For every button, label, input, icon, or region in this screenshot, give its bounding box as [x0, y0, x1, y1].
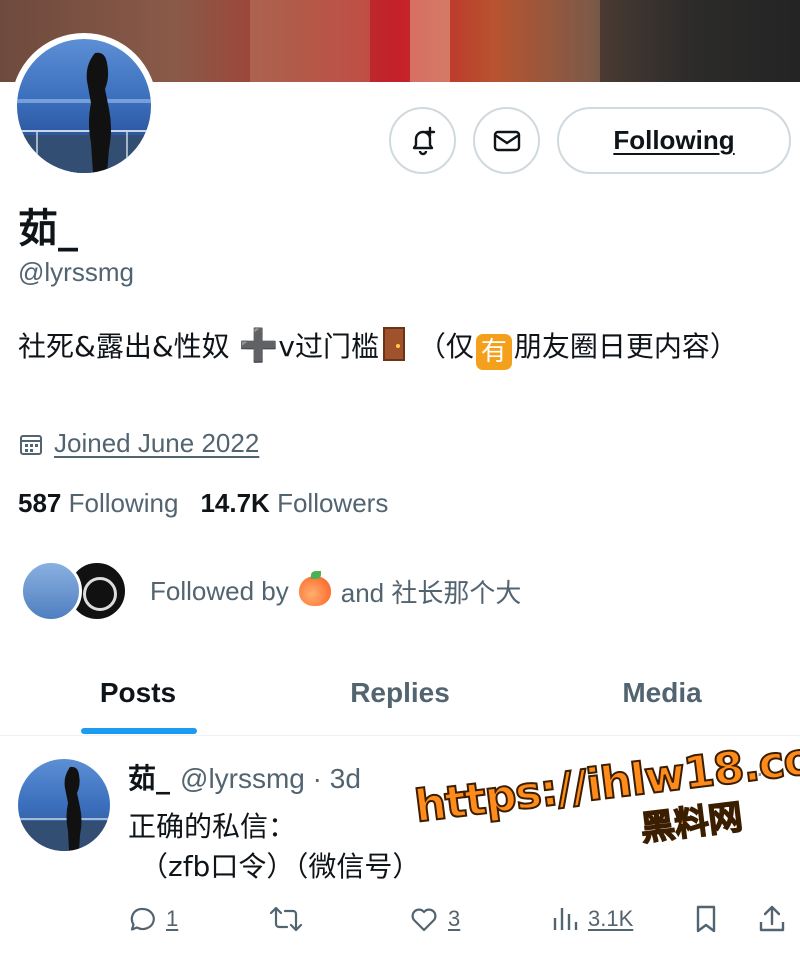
heart-icon	[411, 908, 437, 932]
reply-count: 1	[166, 906, 179, 931]
post-author-name[interactable]: 茹_	[128, 757, 170, 797]
bell-plus-icon	[412, 126, 435, 155]
share-button[interactable]	[757, 897, 787, 941]
followers-label: Followers	[277, 488, 389, 518]
user-handle: @lyrssmg	[18, 257, 134, 287]
joined-text: Joined June 2022	[54, 428, 260, 458]
bookmark-icon	[696, 905, 716, 933]
door-emoji-icon	[383, 327, 405, 361]
views-button[interactable]: 3.1K	[550, 897, 633, 941]
share-icon	[759, 905, 785, 932]
notifications-button[interactable]	[389, 107, 456, 174]
calendar-icon	[20, 434, 42, 455]
post-actions: 1 3 3.1K	[0, 897, 800, 941]
bio-text-2: v过门槛	[278, 330, 379, 363]
repost-icon	[269, 906, 303, 932]
followers-link[interactable]: 14.7K Followers	[200, 488, 388, 519]
tab-media[interactable]: Media	[524, 650, 800, 736]
tab-posts[interactable]: Posts	[0, 650, 276, 736]
joined-date: Joined June 2022	[18, 428, 259, 459]
peach-emoji-icon	[298, 571, 331, 606]
follow-stats: 587 Following 14.7K Followers	[18, 488, 410, 519]
following-button[interactable]: Following	[557, 107, 791, 174]
repost-button[interactable]	[268, 897, 304, 941]
reply-button[interactable]: 1	[128, 897, 178, 941]
avatar-photo	[18, 766, 110, 851]
bio-text-3: （仅	[409, 330, 474, 363]
tab-posts-label: Posts	[99, 677, 177, 708]
following-count: 587	[18, 488, 62, 518]
tab-replies[interactable]: Replies	[276, 650, 524, 736]
like-button[interactable]: 3	[408, 897, 460, 941]
followed-by[interactable]: Followed by and 社长那个大	[20, 560, 521, 622]
avatar-photo	[17, 52, 151, 173]
followed-by-prefix: Followed by	[150, 575, 289, 606]
bookmark-button[interactable]	[692, 897, 720, 941]
profile-bio: 社死&露出&性奴 ➕v过门槛 （仅有朋友圈日更内容）	[18, 322, 778, 370]
like-count: 3	[448, 906, 461, 931]
tab-replies-label: Replies	[350, 677, 450, 708]
following-link[interactable]: 587 Following	[18, 488, 178, 519]
bio-text-1: 社死&露出&性奴	[18, 330, 239, 363]
message-button[interactable]	[473, 107, 540, 174]
profile-avatar[interactable]	[11, 33, 157, 179]
post-header: 茹_ @lyrssmg · 3d	[128, 757, 361, 797]
you-emoji-icon: 有	[475, 334, 512, 370]
post-avatar[interactable]	[18, 759, 110, 851]
active-tab-indicator	[81, 728, 197, 734]
followers-count: 14.7K	[200, 488, 270, 518]
post-meta: @lyrssmg · 3d	[180, 763, 361, 794]
tab-media-label: Media	[622, 677, 702, 708]
bio-text-4: 朋友圈日更内容）	[513, 330, 738, 363]
display-name: 茹_	[18, 206, 78, 252]
view-count: 3.1K	[588, 906, 634, 931]
profile-tabs: Posts Replies Media	[0, 650, 800, 736]
followed-by-suffix: and 社长那个大	[340, 577, 522, 608]
following-label: Following	[68, 488, 179, 518]
post-text-line2: （zfb口令）（微信号）	[140, 850, 421, 883]
plus-emoji: ➕	[238, 326, 279, 364]
post-text-line1: 正确的私信：	[128, 810, 297, 843]
reply-icon	[130, 907, 155, 931]
follower-avatar	[20, 560, 82, 622]
envelope-icon	[493, 130, 520, 151]
analytics-icon	[553, 908, 578, 930]
